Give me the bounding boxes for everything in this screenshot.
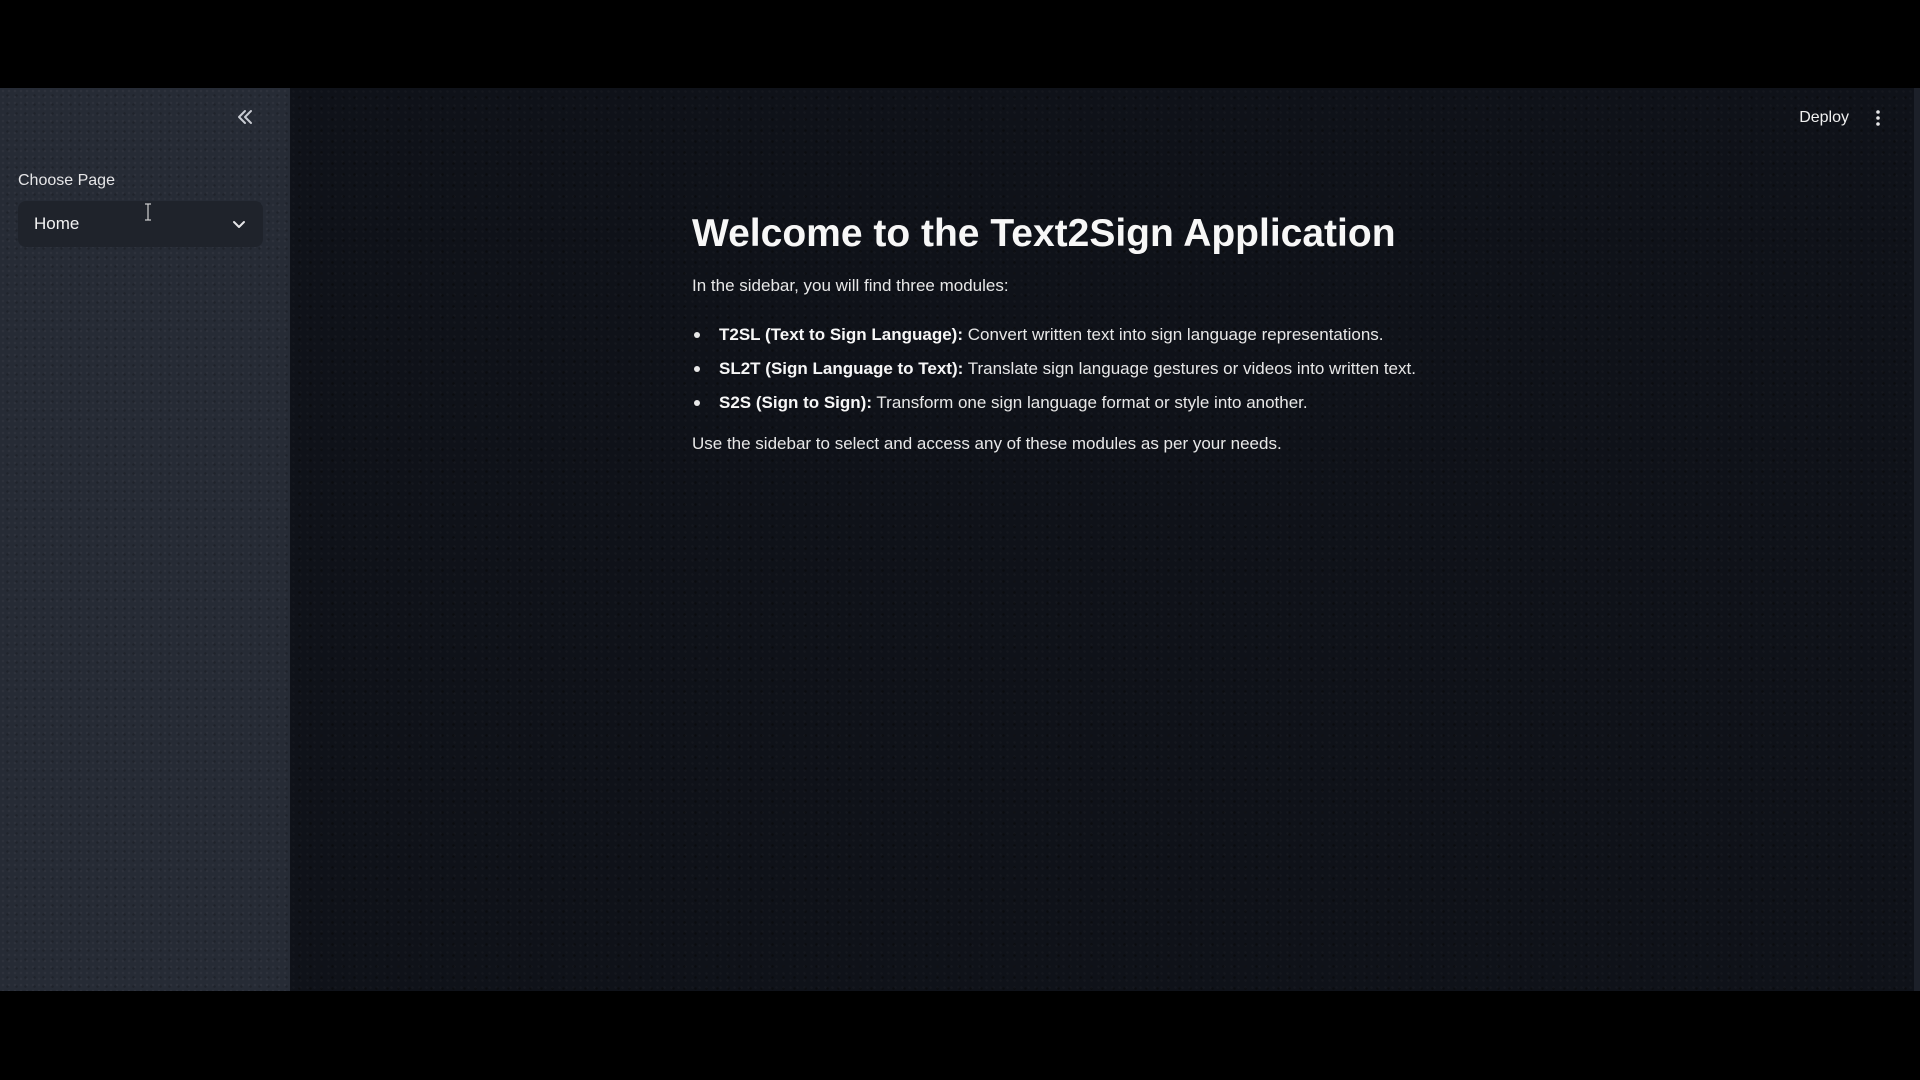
page-select[interactable]: Home — [18, 201, 263, 247]
text-cursor-icon — [145, 203, 151, 221]
list-item: SL2T (Sign Language to Text): Translate … — [692, 352, 1592, 386]
module-list: T2SL (Text to Sign Language): Convert wr… — [692, 318, 1592, 420]
page-title: Welcome to the Text2Sign Application — [692, 212, 1396, 255]
list-item: T2SL (Text to Sign Language): Convert wr… — [692, 318, 1592, 352]
bullet — [694, 400, 700, 406]
module-name: S2S (Sign to Sign): — [719, 393, 872, 412]
vertical-dots-icon — [1876, 110, 1880, 126]
main-menu-button[interactable] — [1866, 104, 1890, 132]
list-item: S2S (Sign to Sign): Transform one sign l… — [692, 386, 1592, 420]
module-name: SL2T (Sign Language to Text): — [719, 359, 964, 378]
choose-page-label: Choose Page — [18, 172, 115, 189]
main-area: Deploy Welcome to the Text2Sign Applicat… — [290, 88, 1920, 991]
bullet — [694, 332, 700, 338]
outro-text: Use the sidebar to select and access any… — [692, 434, 1282, 453]
app-frame: Choose Page Home Deploy Welcome to the T… — [0, 88, 1920, 991]
scrollbar-track[interactable] — [1914, 88, 1920, 991]
module-description: Convert written text into sign language … — [963, 325, 1384, 344]
module-description: Translate sign language gestures or vide… — [963, 359, 1416, 378]
bullet — [694, 366, 700, 372]
chevron-down-icon — [233, 221, 245, 228]
intro-text: In the sidebar, you will find three modu… — [692, 276, 1009, 295]
module-name: T2SL (Text to Sign Language): — [719, 325, 963, 344]
chevron-double-left-icon — [238, 110, 252, 124]
deploy-button[interactable]: Deploy — [1793, 104, 1855, 132]
module-description: Transform one sign language format or st… — [872, 393, 1308, 412]
page-select-value: Home — [34, 214, 80, 233]
sidebar: Choose Page Home — [0, 88, 290, 991]
page-content: Welcome to the Text2Sign Application In … — [692, 210, 1592, 454]
collapse-sidebar-button[interactable] — [230, 102, 260, 132]
